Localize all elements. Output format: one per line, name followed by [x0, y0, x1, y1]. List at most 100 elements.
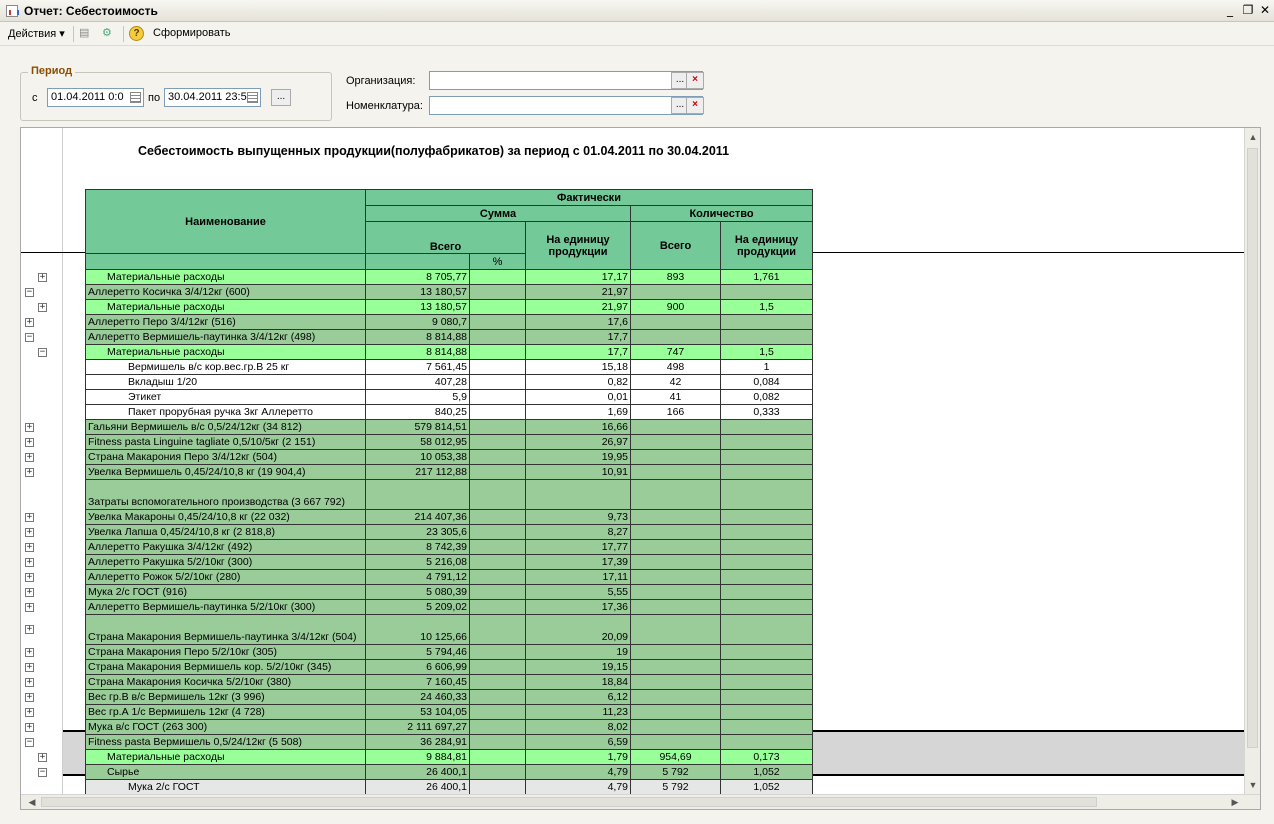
table-row[interactable]: Fitness pasta Вермишель 0,5/24/12кг (5 5…	[85, 734, 813, 750]
expand-icon[interactable]: +	[25, 437, 34, 447]
table-row[interactable]: Вкладыш 1/20 407,28 0,82 42 0,084	[85, 374, 813, 390]
expand-icon[interactable]: +	[25, 692, 34, 702]
cell-qunit: 1,052	[720, 779, 813, 795]
expand-icon[interactable]: +	[38, 272, 47, 282]
horizontal-scroll-thumb[interactable]	[41, 797, 1097, 807]
close-icon[interactable]: ✕	[1257, 3, 1273, 18]
cell-name: Вес гр.В в/с Вермишель 12кг (3 996)	[85, 689, 366, 705]
nomenclature-input[interactable]	[429, 96, 703, 115]
expand-icon[interactable]: +	[25, 317, 34, 327]
table-row[interactable]: Затраты вспомогательного производства (3…	[85, 479, 813, 510]
calendar-icon[interactable]	[130, 92, 141, 103]
expand-icon[interactable]: +	[38, 302, 47, 312]
table-row[interactable]: Страна Макарония Вермишель-паутинка 3/4/…	[85, 614, 813, 645]
calendar-icon[interactable]	[247, 92, 258, 103]
collapse-icon[interactable]: −	[38, 347, 47, 357]
period-group: Период с 01.04.2011 0:0 по 30.04.2011 23…	[20, 65, 332, 121]
table-row[interactable]: Аллеретто Ракушка 5/2/10кг (300) 5 216,08…	[85, 554, 813, 570]
expand-icon[interactable]: +	[25, 722, 34, 732]
expand-icon[interactable]: +	[25, 662, 34, 672]
table-row[interactable]: Страна Макарония Перо 5/2/10кг (305) 5 79…	[85, 644, 813, 660]
table-row[interactable]: Вес гр.В в/с Вермишель 12кг (3 996) 24 46…	[85, 689, 813, 705]
expand-icon[interactable]: +	[25, 422, 34, 432]
table-row[interactable]: Увелка Вермишель 0,45/24/10,8 кг (19 904…	[85, 464, 813, 480]
table-row[interactable]: Вес гр.А 1/с Вермишель 12кг (4 728) 53 10…	[85, 704, 813, 720]
table-row[interactable]: Страна Макарония Вермишель кор. 5/2/10кг…	[85, 659, 813, 675]
table-row[interactable]: Страна Макарония Косичка 5/2/10кг (380) 7…	[85, 674, 813, 690]
expand-icon[interactable]: +	[25, 542, 34, 552]
expand-icon[interactable]: +	[25, 467, 34, 477]
expand-icon[interactable]: +	[25, 452, 34, 462]
table-row[interactable]: Увелка Макароны 0,45/24/10,8 кг (22 032)…	[85, 509, 813, 525]
scroll-left-icon[interactable]: ◀	[25, 797, 39, 807]
cell-qty: 41	[630, 389, 721, 405]
restore-icon[interactable]: ❐	[1240, 3, 1256, 18]
scroll-down-icon[interactable]: ▼	[1246, 780, 1260, 790]
table-row[interactable]: Аллеретто Вермишель-паутинка 5/2/10кг (3…	[85, 599, 813, 615]
table-row[interactable]: Материальные расходы 8 705,77 17,17 893 1,76…	[85, 269, 813, 285]
table-row[interactable]: Увелка Лапша 0,45/24/10,8 кг (2 818,8) 23…	[85, 524, 813, 540]
cell-name: Аллеретто Вермишель-паутинка 3/4/12кг (4…	[85, 329, 366, 345]
table-row[interactable]: Пакет прорубная ручка 3кг Аллеретто 840,2…	[85, 404, 813, 420]
actions-menu[interactable]: Действия ▾	[8, 27, 65, 40]
print-icon[interactable]: ▤	[79, 26, 95, 42]
table-row[interactable]: Сырье 26 400,1 4,79 5 792 1,052	[85, 764, 813, 780]
table-row[interactable]: Страна Макарония Перо 3/4/12кг (504) 10 0…	[85, 449, 813, 465]
table-row[interactable]: Fitness pasta Linguine tagliate 0,5/10/5…	[85, 434, 813, 450]
settings-icon[interactable]: ⚙	[102, 26, 118, 42]
cell-qunit	[720, 554, 813, 570]
table-row[interactable]: Мука 2/с ГОСТ (916) 5 080,39 5,55	[85, 584, 813, 600]
table-row[interactable]: Гальяни Вермишель в/с 0,5/24/12кг (34 81…	[85, 419, 813, 435]
period-to-input[interactable]: 30.04.2011 23:5	[164, 88, 261, 107]
nomenclature-clear-icon[interactable]: ×	[686, 97, 704, 114]
cell-pct	[469, 344, 526, 360]
table-row[interactable]: Материальные расходы 13 180,57 21,97 900 1,5	[85, 299, 813, 315]
collapse-icon[interactable]: −	[25, 287, 34, 297]
expand-icon[interactable]: +	[25, 677, 34, 687]
expand-icon[interactable]: +	[25, 647, 34, 657]
minimize-icon[interactable]: _	[1222, 3, 1238, 18]
cell-unit: 1,79	[525, 749, 631, 765]
organization-clear-icon[interactable]: ×	[686, 72, 704, 89]
collapse-icon[interactable]: −	[25, 737, 34, 747]
cell-qunit	[720, 479, 813, 510]
expand-icon[interactable]: +	[25, 572, 34, 582]
col-sum-header: Сумма	[365, 205, 631, 222]
expand-icon[interactable]: +	[38, 752, 47, 762]
cell-sum: 9 080,7	[365, 314, 470, 330]
table-row[interactable]: Этикет 5,9 0,01 41 0,082	[85, 389, 813, 405]
expand-icon[interactable]: +	[25, 625, 34, 634]
report-area[interactable]: Себестоимость выпущенных продукции(полуф…	[20, 127, 1261, 810]
help-icon[interactable]: ?	[129, 26, 144, 41]
table-row[interactable]: Мука в/с ГОСТ (263 300) 2 111 697,27 8,02	[85, 719, 813, 735]
generate-button[interactable]: Сформировать	[153, 27, 231, 39]
expand-icon[interactable]: +	[25, 512, 34, 522]
vertical-scrollbar[interactable]: ▲ ▼	[1244, 128, 1260, 796]
table-row[interactable]: Мука 2/с ГОСТ 26 400,1 4,79 5 792 1,052	[85, 779, 813, 795]
expand-icon[interactable]: +	[25, 557, 34, 567]
scroll-right-icon[interactable]: ▶	[1228, 797, 1242, 807]
expand-icon[interactable]: +	[25, 707, 34, 717]
vertical-scroll-thumb[interactable]	[1247, 148, 1258, 748]
collapse-icon[interactable]: −	[25, 332, 34, 342]
table-row[interactable]: Материальные расходы 8 814,88 17,7 747 1,5	[85, 344, 813, 360]
period-select-button[interactable]: ...	[271, 89, 291, 106]
period-from-input[interactable]: 01.04.2011 0:0	[47, 88, 144, 107]
scroll-up-icon[interactable]: ▲	[1246, 132, 1260, 142]
horizontal-scrollbar[interactable]: ◀ ▶	[21, 794, 1260, 809]
table-row[interactable]: Аллеретто Рожок 5/2/10кг (280) 4 791,12 17…	[85, 569, 813, 585]
table-row[interactable]: Аллеретто Ракушка 3/4/12кг (492) 8 742,39…	[85, 539, 813, 555]
organization-input[interactable]	[429, 71, 703, 90]
cell-pct	[469, 764, 526, 780]
table-row[interactable]: Материальные расходы 9 884,81 1,79 954,69 0,…	[85, 749, 813, 765]
table-row[interactable]: Аллеретто Перо 3/4/12кг (516) 9 080,7 17,6	[85, 314, 813, 330]
expand-icon[interactable]: +	[25, 602, 34, 612]
table-row[interactable]: Аллеретто Косичка 3/4/12кг (600) 13 180,5…	[85, 284, 813, 300]
table-row[interactable]: Вермишель в/с кор.вес.гр.В 25 кг 7 561,45…	[85, 359, 813, 375]
expand-icon[interactable]: +	[25, 527, 34, 537]
collapse-icon[interactable]: −	[38, 767, 47, 777]
cell-name: Страна Макарония Вермишель кор. 5/2/10кг…	[85, 659, 366, 675]
expand-icon[interactable]: +	[25, 587, 34, 597]
cell-sum: 7 160,45	[365, 674, 470, 690]
table-row[interactable]: Аллеретто Вермишель-паутинка 3/4/12кг (4…	[85, 329, 813, 345]
